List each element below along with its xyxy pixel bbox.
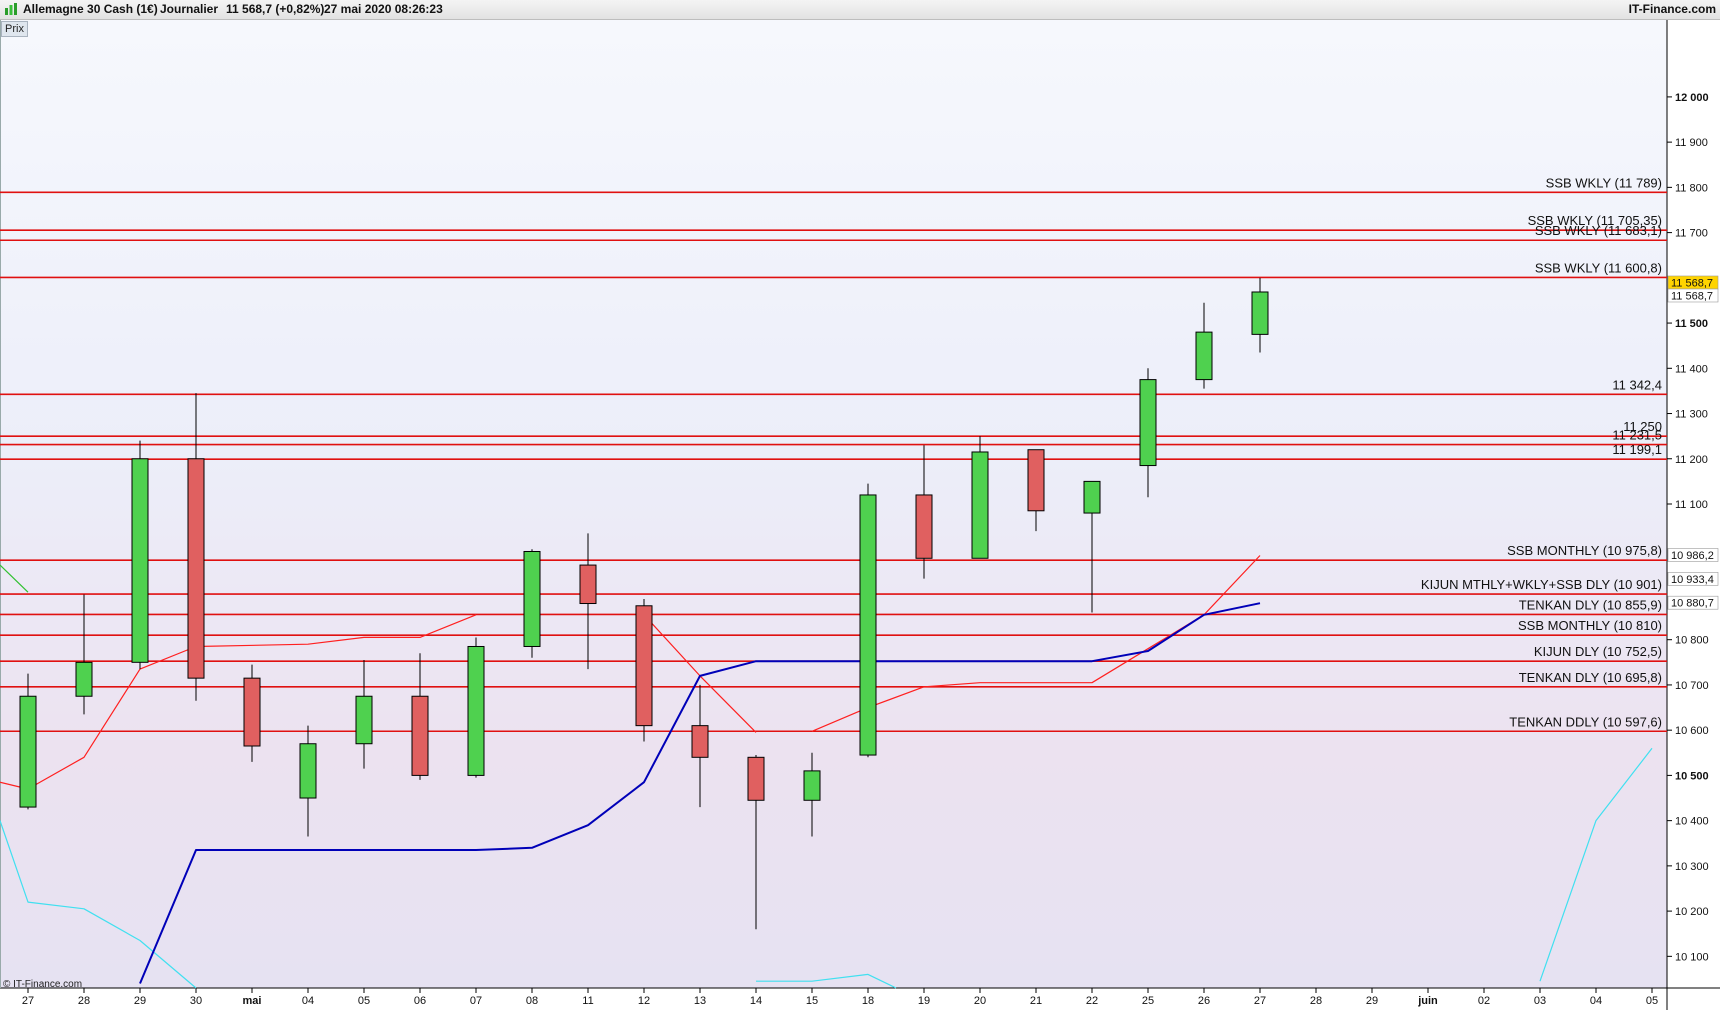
y-tick-label: 11 800 (1675, 182, 1708, 194)
timestamp: 27 mai 2020 08:26:23 (324, 2, 443, 16)
chart-logo-icon (5, 3, 17, 15)
level-label: 11 231,5 (1612, 428, 1662, 443)
price-tag-label: 10 986,2 (1671, 550, 1714, 562)
candle-body (1027, 449, 1045, 512)
x-tick-label: juin (1417, 995, 1438, 1007)
level-label: TENKAN DDLY (10 597,6) (1509, 714, 1662, 729)
copyright: © IT-Finance.com (3, 979, 83, 990)
candle-body (411, 695, 429, 776)
candle-body (467, 645, 485, 776)
candle-body (523, 550, 541, 647)
x-tick-label: 19 (918, 995, 930, 1007)
candle-body (579, 564, 597, 605)
candle-body (131, 458, 149, 663)
level-label: KIJUN DLY (10 752,5) (1534, 644, 1662, 659)
candle-body (635, 605, 653, 727)
y-tick-label: 11 300 (1675, 409, 1708, 421)
x-tick-label: 30 (190, 995, 202, 1007)
y-tick-label: 10 600 (1675, 725, 1709, 737)
x-tick-label: 27 (22, 995, 34, 1007)
panel-label[interactable]: Prix (1, 21, 28, 37)
level-label: SSB MONTHLY (10 810) (1518, 618, 1662, 633)
y-tick-label: 10 500 (1675, 770, 1709, 782)
y-tick-label: 10 800 (1675, 635, 1709, 647)
price-tag-label: 11 568,7 (1671, 290, 1713, 302)
x-tick-label: 03 (1534, 995, 1546, 1007)
chart-header: Allemagne 30 Cash (1€) Journalier 11 568… (0, 0, 1720, 20)
x-tick-label: 08 (526, 995, 538, 1007)
candle-body (1195, 331, 1213, 381)
price-tag-label: 11 568,7 (1671, 277, 1713, 289)
level-label: TENKAN DLY (10 695,8) (1519, 670, 1662, 685)
x-tick-label: 07 (470, 995, 482, 1007)
x-tick-label: 12 (638, 995, 650, 1007)
x-tick-label: 26 (1198, 995, 1210, 1007)
x-tick-label: 13 (694, 995, 706, 1007)
y-tick-label: 11 100 (1675, 499, 1708, 511)
x-tick-label: 04 (302, 995, 314, 1007)
candle-body (187, 458, 205, 679)
x-tick-label: 02 (1478, 995, 1490, 1007)
y-tick-label: 10 200 (1675, 906, 1709, 918)
candle-body (859, 494, 877, 756)
level-label: 11 199,1 (1612, 442, 1662, 457)
candle-body (971, 451, 989, 559)
level-label: KIJUN MTHLY+WKLY+SSB DLY (10 901) (1421, 577, 1662, 592)
y-tick-label: 11 900 (1675, 137, 1708, 149)
x-tick-label: 18 (862, 995, 874, 1007)
price-tag-label: 10 933,4 (1671, 574, 1714, 586)
price-tag-label: 10 880,7 (1671, 598, 1714, 610)
x-tick-label: 11 (582, 995, 593, 1007)
x-tick-label: 29 (1366, 995, 1378, 1007)
candle-body (691, 725, 709, 758)
y-tick-label: 11 200 (1675, 454, 1708, 466)
candle-body (747, 756, 765, 801)
candle-body (1083, 480, 1101, 514)
x-tick-label: 21 (1030, 995, 1042, 1007)
level-label: 11 342,4 (1612, 377, 1662, 392)
candle-body (19, 695, 37, 808)
plot-background (0, 20, 1667, 988)
level-label: SSB WKLY (11 600,8) (1535, 260, 1662, 275)
y-tick-label: 11 700 (1675, 228, 1708, 240)
brand-label: IT-Finance.com (1628, 2, 1716, 16)
candle-body (299, 743, 317, 799)
last-price: 11 568,7 (+0,82%) (226, 2, 325, 16)
x-tick-label: 29 (134, 995, 146, 1007)
x-tick-label: 25 (1142, 995, 1154, 1007)
y-tick-label: 10 300 (1675, 861, 1709, 873)
candle-body (355, 695, 373, 745)
y-tick-label: 12 000 (1675, 92, 1709, 104)
x-tick-label: 22 (1086, 995, 1098, 1007)
candle-body (243, 677, 261, 747)
x-tick-label: 28 (1310, 995, 1322, 1007)
y-tick-label: 10 700 (1675, 680, 1709, 692)
candle-body (1139, 379, 1157, 467)
y-tick-label: 11 400 (1675, 363, 1708, 375)
x-tick-label: mai (243, 995, 262, 1007)
x-tick-label: 28 (78, 995, 90, 1007)
period-label[interactable]: Journalier (160, 0, 218, 19)
candle-body (803, 770, 821, 801)
level-label: SSB MONTHLY (10 975,8) (1507, 543, 1662, 558)
level-label: SSB WKLY (11 789) (1546, 175, 1662, 190)
x-tick-label: 04 (1590, 995, 1602, 1007)
level-label: TENKAN DLY (10 855,9) (1519, 597, 1662, 612)
y-tick-label: 10 100 (1675, 951, 1709, 963)
x-tick-label: 05 (358, 995, 370, 1007)
y-tick-label: 10 400 (1675, 816, 1709, 828)
instrument-title: Allemagne 30 Cash (1€) (23, 2, 158, 16)
candle-body (75, 661, 93, 697)
candle-body (915, 494, 933, 559)
x-tick-label: 14 (750, 995, 762, 1007)
price-chart[interactable]: 12 000 11 900 11 800 11 700 11 500 11 400 11 3… (0, 20, 1720, 1010)
x-tick-label: 06 (414, 995, 426, 1007)
x-tick-label: 05 (1646, 995, 1658, 1007)
level-label: SSB WKLY (11 683,1) (1535, 223, 1662, 238)
x-tick-label: 27 (1254, 995, 1266, 1007)
x-tick-label: 20 (974, 995, 986, 1007)
x-tick-label: 15 (806, 995, 818, 1007)
y-tick-label: 11 500 (1675, 318, 1708, 330)
candle-body (1251, 291, 1269, 335)
